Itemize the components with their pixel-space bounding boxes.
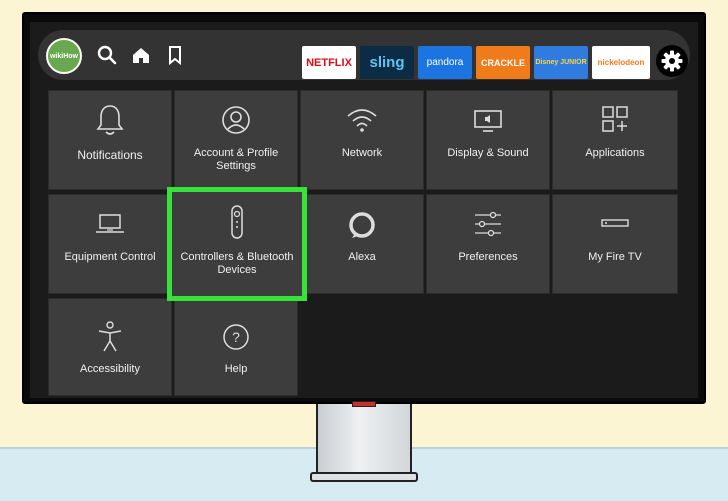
app-disney-junior-label: Disney JUNIOR xyxy=(535,58,587,66)
tile-my-fire-tv-label: My Fire TV xyxy=(588,251,642,263)
top-nav-bar: wikiHow NETFLIX sling pandora CRACKLE Di… xyxy=(38,30,690,80)
tile-alexa-label: Alexa xyxy=(348,251,376,263)
app-nickelodeon-label: nickelodeon xyxy=(597,58,645,67)
tile-my-fire-tv[interactable]: My Fire TV xyxy=(552,194,678,294)
tile-display-sound-label: Display & Sound xyxy=(447,147,529,159)
tile-accessibility[interactable]: Accessibility xyxy=(48,298,172,396)
bell-icon xyxy=(96,105,124,135)
tile-help[interactable]: ? Help xyxy=(174,298,298,396)
tile-applications[interactable]: Applications xyxy=(552,90,678,190)
app-crackle[interactable]: CRACKLE xyxy=(476,46,530,79)
profile-icon xyxy=(222,106,250,134)
apps-icon xyxy=(602,106,628,132)
app-netflix-label: NETFLIX xyxy=(306,56,352,69)
app-nickelodeon[interactable]: nickelodeon xyxy=(592,46,650,79)
tile-preferences-label: Preferences xyxy=(458,251,518,263)
tv-stand-base xyxy=(310,472,418,482)
tile-notifications[interactable]: Notifications xyxy=(48,90,172,190)
app-netflix[interactable]: NETFLIX xyxy=(302,46,356,79)
app-crackle-label: CRACKLE xyxy=(481,57,525,68)
bookmark-icon[interactable] xyxy=(164,44,186,66)
tile-notifications-label: Notifications xyxy=(77,148,143,162)
profile-avatar[interactable]: wikiHow xyxy=(46,38,82,74)
display-icon xyxy=(474,110,502,132)
tv-power-led xyxy=(352,401,376,407)
tile-help-label: Help xyxy=(224,363,248,375)
tile-account-profile[interactable]: Account & Profile Settings xyxy=(174,90,298,190)
tile-network[interactable]: Network xyxy=(300,90,424,190)
tile-applications-label: Applications xyxy=(585,147,645,159)
tile-controllers-bluetooth[interactable]: Controllers & Bluetooth Devices xyxy=(167,187,307,301)
app-pandora[interactable]: pandora xyxy=(418,46,472,79)
tile-account-profile-label: Account & Profile Settings xyxy=(193,147,279,172)
search-icon[interactable] xyxy=(96,44,118,66)
home-icon[interactable] xyxy=(130,44,152,66)
tv-stand xyxy=(316,398,412,478)
laptop-icon xyxy=(96,214,124,233)
sliders-icon xyxy=(475,211,501,237)
gear-icon xyxy=(661,50,683,72)
tile-network-label: Network xyxy=(341,147,383,159)
alexa-icon xyxy=(349,212,375,238)
tile-display-sound[interactable]: Display & Sound xyxy=(426,90,550,190)
app-sling-label: sling xyxy=(369,54,405,71)
tile-alexa[interactable]: Alexa xyxy=(300,194,424,294)
tile-controllers-bluetooth-label: Controllers & Bluetooth Devices xyxy=(180,251,294,276)
app-sling[interactable]: sling xyxy=(360,46,414,79)
wifi-icon xyxy=(347,109,377,132)
firetv-icon xyxy=(601,219,629,227)
tile-accessibility-label: Accessibility xyxy=(80,363,140,375)
remote-icon xyxy=(231,205,243,239)
app-disney-junior[interactable]: Disney JUNIOR xyxy=(534,46,588,79)
app-pandora-label: pandora xyxy=(426,57,464,68)
settings-gear-button[interactable] xyxy=(656,45,688,77)
help-icon: ? xyxy=(223,324,249,350)
tile-equipment-control[interactable]: Equipment Control xyxy=(48,194,172,294)
tv-screen: wikiHow NETFLIX sling pandora CRACKLE Di… xyxy=(30,22,698,398)
tile-preferences[interactable]: Preferences xyxy=(426,194,550,294)
accessibility-icon xyxy=(98,321,122,352)
svg-text:?: ? xyxy=(232,329,240,345)
tile-equipment-control-label: Equipment Control xyxy=(64,251,156,263)
